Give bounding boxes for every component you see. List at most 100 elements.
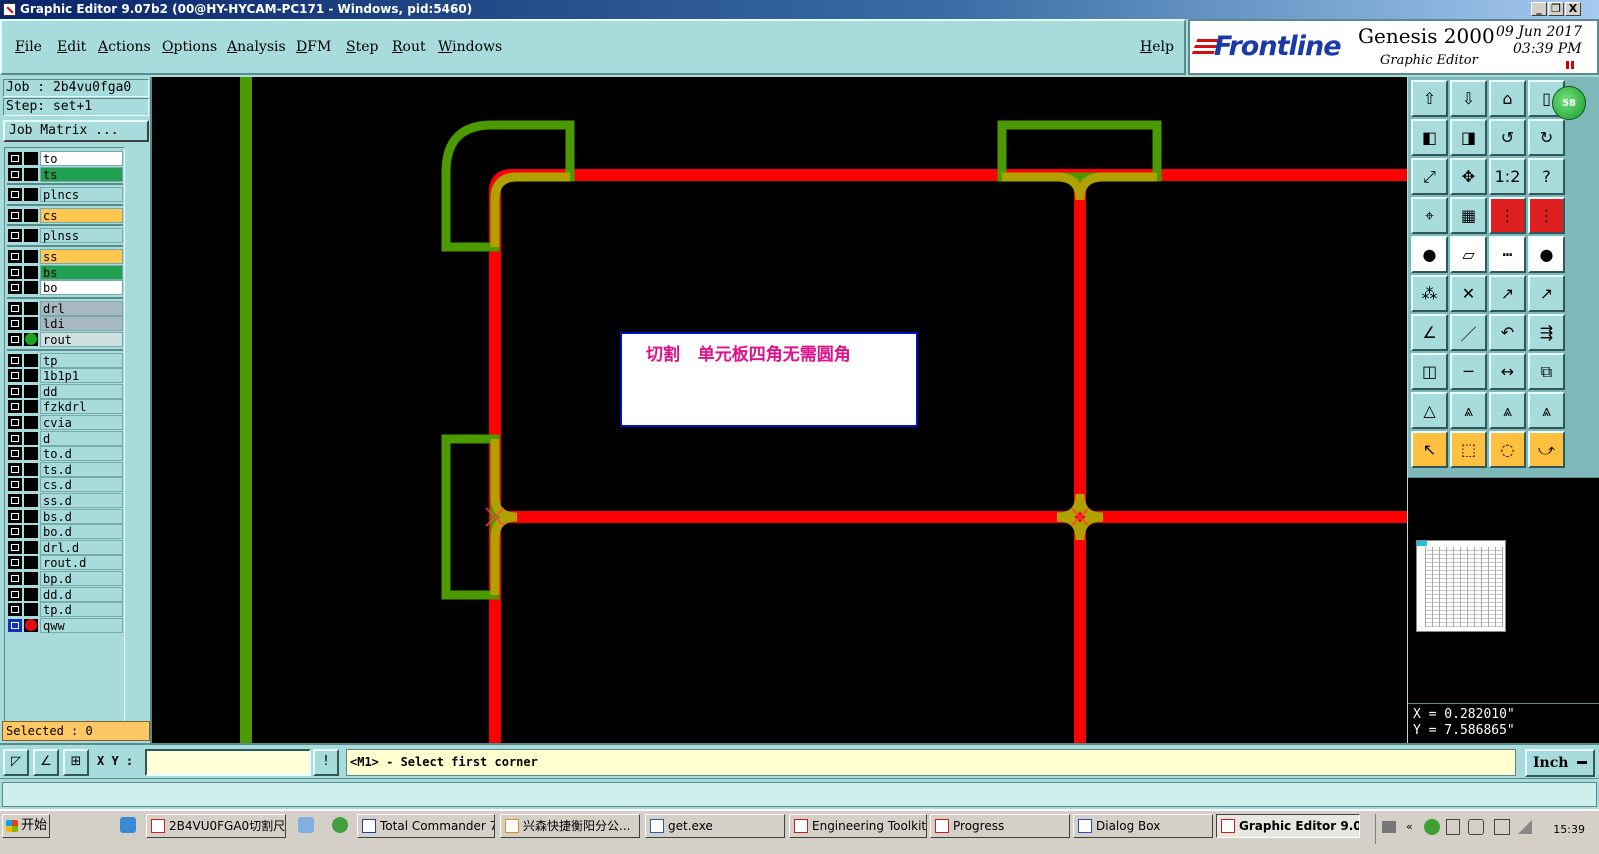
- layer-row-tp-d[interactable]: tp.d: [7, 602, 123, 618]
- layer-status-indicator[interactable]: [24, 333, 38, 346]
- layer-row-fzkdrl[interactable]: fzkdrl: [7, 399, 123, 415]
- layer-status-indicator[interactable]: [24, 447, 38, 461]
- zoom-fit-icon[interactable]: ⤢: [1411, 158, 1448, 195]
- grid-icon[interactable]: ⊞: [63, 749, 89, 776]
- layer-name[interactable]: bs: [40, 264, 123, 280]
- layer-status-indicator[interactable]: [24, 431, 38, 445]
- layer-status-indicator[interactable]: [24, 353, 38, 367]
- close-button[interactable]: X: [1565, 2, 1581, 16]
- layer-row-ss[interactable]: ss: [7, 249, 123, 264]
- quicklaunch-desktop-icon[interactable]: [120, 817, 136, 833]
- layer-name[interactable]: plnss: [40, 228, 123, 244]
- layer-row-bs-d[interactable]: bs.d: [7, 508, 123, 524]
- restore-button[interactable]: ❐: [1548, 2, 1564, 16]
- minimize-button[interactable]: _: [1531, 2, 1547, 16]
- angle-icon[interactable]: ∠: [33, 749, 59, 776]
- drawing-canvas[interactable]: 切割 单元板四角无需圆角: [152, 77, 1407, 743]
- layer-name[interactable]: fzkdrl: [40, 399, 123, 415]
- cross-icon[interactable]: ✕: [1450, 275, 1487, 312]
- layer-checkbox[interactable]: [8, 229, 22, 243]
- layer-row-dd-d[interactable]: dd.d: [7, 586, 123, 602]
- menu-dfm[interactable]: DFM: [296, 39, 331, 55]
- select-path-icon[interactable]: ⤻: [1528, 431, 1565, 468]
- menu-edit[interactable]: Edit: [57, 39, 86, 55]
- tray-signal-icon[interactable]: [1518, 820, 1532, 834]
- layer-status-indicator[interactable]: [24, 603, 38, 617]
- layer-name[interactable]: ldi: [40, 316, 123, 332]
- layer-name[interactable]: plncs: [40, 187, 123, 203]
- layer-status-indicator[interactable]: [24, 301, 38, 315]
- layer-row-bs[interactable]: bs: [7, 264, 123, 280]
- pad-add-icon[interactable]: ◫: [1411, 353, 1448, 390]
- home-icon[interactable]: ⌂: [1489, 80, 1526, 117]
- layer-status-indicator[interactable]: [24, 509, 38, 523]
- layer-row-drl[interactable]: drl: [7, 300, 123, 316]
- overview-panel[interactable]: [1408, 477, 1599, 703]
- menu-rout[interactable]: Rout: [392, 39, 426, 55]
- layer-name[interactable]: ts.d: [40, 461, 123, 477]
- layer-row-to-d[interactable]: to.d: [7, 446, 123, 462]
- layer-name[interactable]: 1b1p1: [40, 368, 123, 384]
- snap-icon[interactable]: ◸: [3, 749, 29, 776]
- tray-keyboard-icon[interactable]: [1382, 821, 1396, 833]
- layer-name[interactable]: to.d: [40, 446, 123, 462]
- move-point-icon[interactable]: ↗: [1489, 275, 1526, 312]
- layer-status-indicator[interactable]: [24, 494, 38, 507]
- layer-status-indicator[interactable]: [24, 416, 38, 429]
- taskbar-task[interactable]: get.exe: [645, 814, 785, 838]
- layer-row-ss-d[interactable]: ss.d: [7, 493, 123, 508]
- add-pad-icon[interactable]: ●: [1411, 236, 1448, 273]
- taskbar-task[interactable]: Graphic Editor 9.07...: [1216, 814, 1360, 838]
- layer-row-1b1p1[interactable]: 1b1p1: [7, 368, 123, 384]
- layer-checkbox[interactable]: [8, 478, 22, 492]
- layer-row-bo-d[interactable]: bo.d: [7, 524, 123, 540]
- pan-left-icon[interactable]: ◧: [1411, 119, 1448, 156]
- pan-right-icon[interactable]: ◨: [1450, 119, 1487, 156]
- layer-checkbox[interactable]: [8, 369, 22, 383]
- layer-checkbox[interactable]: [8, 333, 22, 346]
- layer-row-ts-d[interactable]: ts.d: [7, 461, 123, 477]
- layer-status-indicator[interactable]: [24, 572, 38, 585]
- ruler-icon[interactable]: ┅: [1489, 236, 1526, 273]
- menu-options[interactable]: Options: [162, 39, 217, 55]
- help-icon[interactable]: ?: [1528, 158, 1565, 195]
- layer-name[interactable]: bo: [40, 280, 123, 296]
- units-selector[interactable]: Inch: [1525, 749, 1595, 777]
- layer-up-icon[interactable]: ⇧: [1411, 80, 1448, 117]
- layer-row-plncs[interactable]: plncs: [7, 187, 123, 203]
- layer-down-icon[interactable]: ⇩: [1450, 80, 1487, 117]
- tray-security-icon[interactable]: [1494, 819, 1510, 835]
- layer-row-to[interactable]: to: [7, 151, 123, 166]
- layer-status-indicator[interactable]: [24, 229, 38, 243]
- alert-icon[interactable]: !: [313, 749, 339, 776]
- layer-row-ldi[interactable]: ldi: [7, 316, 123, 332]
- taskbar-task[interactable]: Dialog Box: [1073, 814, 1213, 838]
- layer-status-indicator[interactable]: [24, 188, 38, 202]
- layer-status-indicator[interactable]: [24, 400, 38, 414]
- group-icon[interactable]: ⧉: [1528, 353, 1565, 390]
- layer-name[interactable]: cs: [40, 207, 123, 223]
- triangle-icon[interactable]: △: [1411, 392, 1448, 429]
- layer-name[interactable]: tp: [40, 352, 123, 368]
- layer-status-indicator[interactable]: [24, 618, 38, 632]
- angle-line-icon[interactable]: ∠: [1411, 314, 1448, 351]
- layer-checkbox[interactable]: [8, 400, 22, 414]
- layer-status-indicator[interactable]: [24, 152, 38, 165]
- layer-checkbox[interactable]: [8, 250, 22, 263]
- layer-row-qww[interactable]: qww: [7, 617, 123, 633]
- dimension-icon[interactable]: ↔: [1489, 353, 1526, 390]
- layer-name[interactable]: cs.d: [40, 477, 123, 493]
- layer-row-bp-d[interactable]: bp.d: [7, 571, 123, 586]
- layer-checkbox[interactable]: [8, 509, 22, 523]
- tray-expand-icon[interactable]: «: [1406, 820, 1413, 833]
- scale-icon[interactable]: 1:2: [1489, 158, 1526, 195]
- split-icon[interactable]: ─: [1450, 353, 1487, 390]
- layer-name[interactable]: dd: [40, 383, 123, 399]
- layer-row-cvia[interactable]: cvia: [7, 415, 123, 430]
- quicklaunch-calc-icon[interactable]: [298, 817, 314, 833]
- menu-file[interactable]: File: [15, 39, 42, 55]
- measure-icon[interactable]: ⌖: [1411, 197, 1448, 234]
- menu-step[interactable]: Step: [346, 39, 378, 55]
- layer-name[interactable]: drl: [40, 300, 123, 316]
- layer-status-indicator[interactable]: [24, 317, 38, 331]
